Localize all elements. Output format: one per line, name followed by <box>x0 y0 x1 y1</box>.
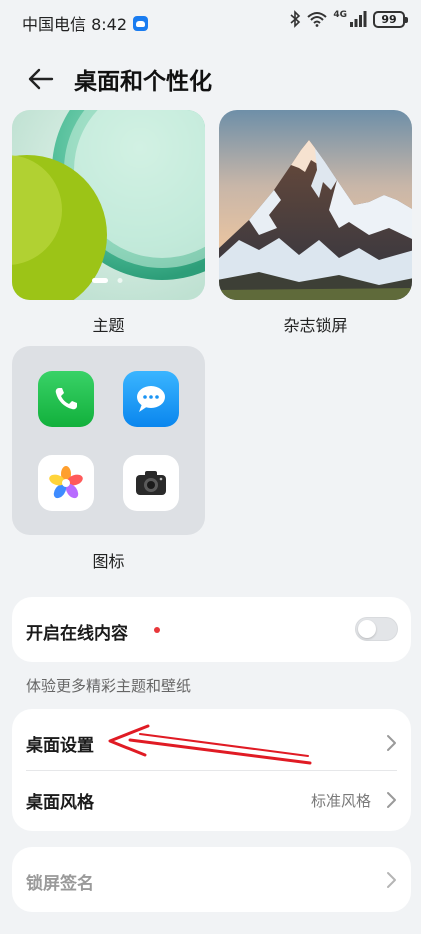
flower-icon <box>49 466 83 499</box>
desktop-style-row[interactable]: 桌面风格 标准风格 <box>12 771 411 831</box>
messages-app-icon <box>123 371 179 427</box>
battery-icon: 99 <box>373 10 408 28</box>
message-notification-icon <box>133 15 149 31</box>
theme-preview-image <box>12 110 205 300</box>
status-right: 4G 99 <box>289 10 408 28</box>
magazine-lockscreen-card[interactable] <box>219 110 412 300</box>
mountain-wallpaper-image <box>219 110 412 300</box>
online-content-panel: 开启在线内容 <box>12 597 411 662</box>
message-bubble-icon <box>137 386 165 412</box>
desktop-settings-label: 桌面设置 <box>26 736 94 756</box>
status-left: 中国电信 8:42 <box>22 11 149 35</box>
theme-label: 主题 <box>92 316 125 335</box>
desktop-settings-panel: 桌面设置 桌面风格 标准风格 <box>12 709 411 831</box>
header: 桌面和个性化 <box>0 56 421 100</box>
icons-card[interactable] <box>12 346 205 535</box>
camera-app-icon <box>123 455 179 511</box>
back-arrow-icon[interactable] <box>26 64 56 94</box>
page-title: 桌面和个性化 <box>74 69 212 95</box>
magazine-lockscreen-label: 杂志锁屏 <box>283 316 348 335</box>
gallery-app-icon <box>38 455 94 511</box>
icons-label: 图标 <box>92 552 125 571</box>
battery-level: 99 <box>381 12 397 26</box>
carrier-time: 中国电信 8:42 <box>22 15 128 34</box>
phone-app-icon <box>38 371 94 427</box>
bluetooth-icon <box>290 10 301 28</box>
wifi-icon <box>307 12 328 27</box>
theme-card[interactable] <box>12 110 205 300</box>
desktop-settings-row[interactable]: 桌面设置 <box>12 709 411 771</box>
new-indicator-dot <box>154 627 160 633</box>
lock-signature-label: 锁屏签名 <box>26 874 94 894</box>
desktop-style-label: 桌面风格 <box>26 793 94 813</box>
online-content-label: 开启在线内容 <box>26 624 128 644</box>
chevron-right-icon <box>387 792 396 808</box>
signal-icon <box>350 11 367 27</box>
phone-icon <box>55 388 77 410</box>
status-bar: 中国电信 8:42 4G 99 <box>0 0 421 44</box>
chevron-right-icon <box>387 872 396 888</box>
online-content-hint: 体验更多精彩主题和壁纸 <box>26 677 192 695</box>
lock-signature-panel[interactable]: 锁屏签名 <box>12 847 411 912</box>
online-content-toggle[interactable] <box>355 617 398 641</box>
chevron-right-icon <box>387 735 396 751</box>
camera-icon <box>136 471 166 495</box>
desktop-style-value: 标准风格 <box>311 792 372 810</box>
toggle-knob <box>358 620 376 638</box>
network-type: 4G <box>333 10 347 20</box>
